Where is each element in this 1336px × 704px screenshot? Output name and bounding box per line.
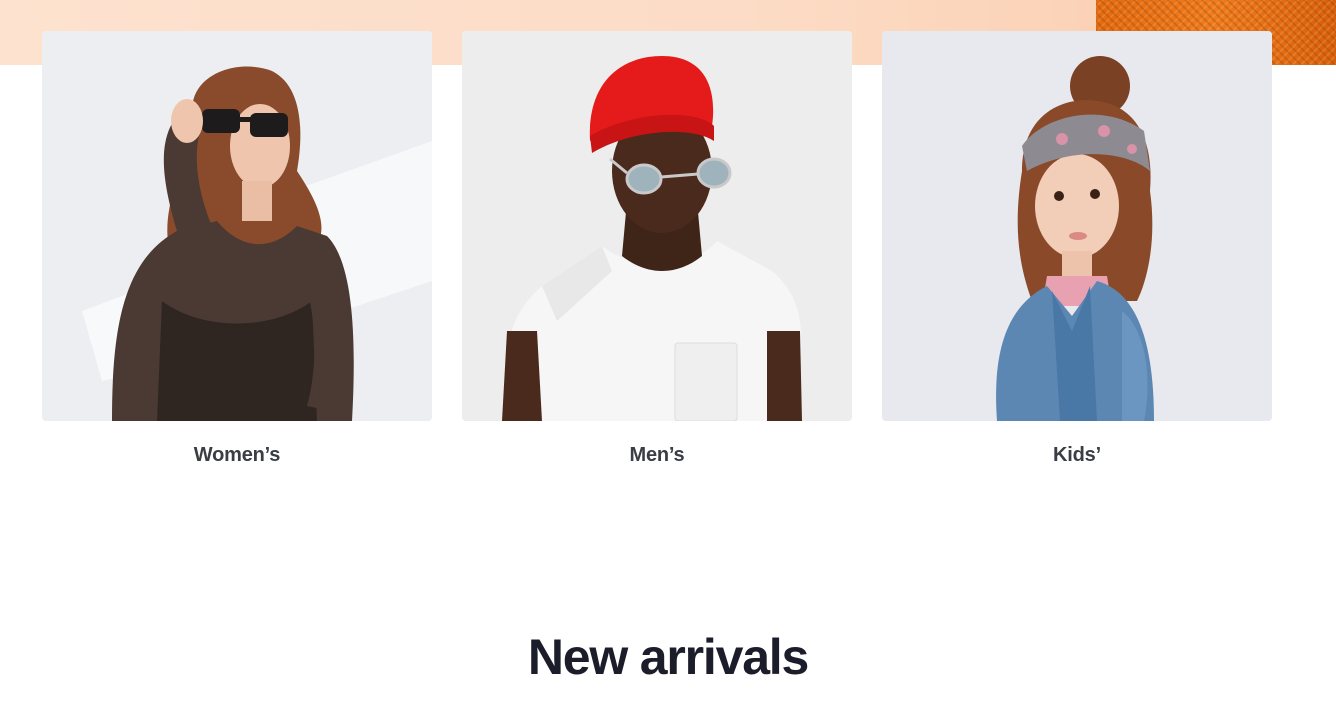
category-label-mens[interactable]: Men’s bbox=[462, 444, 852, 467]
category-label-kids[interactable]: Kids’ bbox=[882, 444, 1272, 467]
category-card-womens[interactable]: Women’s bbox=[42, 31, 432, 467]
category-grid: Women’s Men’s Kids’ bbox=[42, 31, 1272, 467]
category-label-womens[interactable]: Women’s bbox=[42, 444, 432, 467]
category-image-mens[interactable] bbox=[462, 31, 852, 421]
category-card-kids[interactable]: Kids’ bbox=[882, 31, 1272, 467]
category-image-kids[interactable] bbox=[882, 31, 1272, 421]
new-arrivals-heading: New arrivals bbox=[527, 629, 809, 685]
category-image-womens[interactable] bbox=[42, 31, 432, 421]
category-card-mens[interactable]: Men’s bbox=[462, 31, 852, 467]
